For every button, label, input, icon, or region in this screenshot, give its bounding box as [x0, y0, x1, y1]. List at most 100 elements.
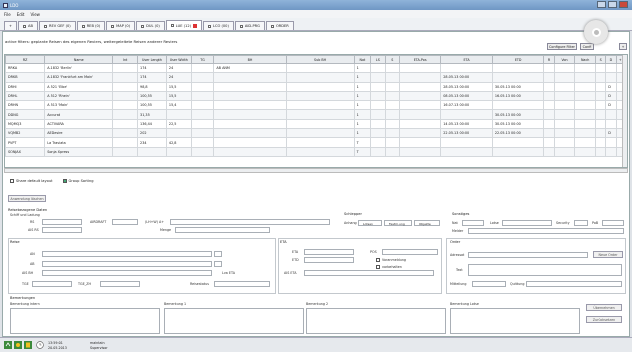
- ab-dropdown-icon[interactable]: [214, 261, 222, 267]
- order-text-field[interactable]: [468, 264, 622, 276]
- column-header[interactable]: Sub BH: [285, 55, 355, 64]
- table-row[interactable]: DRHL A 512 'Rhein' 100,55 15,5 1 08.05.13 00:…: [5, 90, 626, 102]
- column-header[interactable]: Int: [112, 55, 139, 64]
- objekte-box[interactable]: Objekte: [414, 220, 440, 226]
- tab-checkbox-icon[interactable]: [81, 24, 85, 28]
- tab-checkbox-icon[interactable]: [170, 24, 174, 27]
- zuruecksetzen-button[interactable]: Zurücksetzen: [586, 316, 622, 323]
- tab-5[interactable]: DUL (0): [136, 21, 165, 30]
- adressat-field[interactable]: [468, 252, 588, 258]
- tab-checkbox-icon[interactable]: [208, 24, 212, 28]
- configure-filter-button[interactable]: Configure Filter: [547, 43, 577, 50]
- tab-0[interactable]: +: [4, 21, 18, 30]
- vorbehalten-checkbox[interactable]: [376, 265, 380, 269]
- table-row[interactable]: DRHN A 513 'Main' 100,55 15,4 1 16.07.13 00:0…: [5, 100, 626, 111]
- tab-checkbox-icon[interactable]: [141, 24, 145, 28]
- airdraft-field[interactable]: [112, 219, 138, 225]
- column-header[interactable]: BH: [213, 55, 287, 64]
- tab-6[interactable]: LUE (12): [165, 20, 203, 30]
- anwendung-loeschen-button[interactable]: Anwendung löschen: [8, 195, 46, 202]
- share-layout-option[interactable]: Share default layout: [10, 179, 53, 183]
- bemerkung-2-field[interactable]: [306, 308, 446, 334]
- tab-7[interactable]: LCO (00): [203, 21, 234, 30]
- close-tab-icon[interactable]: [193, 23, 198, 28]
- ais-rs-field[interactable]: [42, 227, 82, 233]
- table-row[interactable]: MQMQ3 ACTIVARA 136,44 22,5 1 14.05.13 00:00 30…: [5, 118, 626, 130]
- table-row[interactable]: DDNG Accurat 31,35 1 30.05.13 00:00: [5, 109, 626, 120]
- quittung-field[interactable]: [526, 281, 622, 287]
- lotse-field[interactable]: [502, 220, 552, 226]
- share-layout-checkbox[interactable]: [10, 179, 14, 183]
- column-header[interactable]: Name: [44, 55, 114, 64]
- column-header[interactable]: RZ: [5, 55, 46, 64]
- nat-field[interactable]: [462, 220, 484, 226]
- group-sorting-checkbox[interactable]: [62, 179, 67, 183]
- column-header[interactable]: User Width: [165, 55, 192, 64]
- ab-field[interactable]: [42, 261, 212, 267]
- add-icon[interactable]: +: [619, 43, 627, 50]
- tab-checkbox-icon[interactable]: [239, 24, 243, 28]
- tab-checkbox-icon[interactable]: [111, 24, 115, 28]
- column-header[interactable]: Nach: [574, 55, 596, 64]
- table-row[interactable]: DRKB A.1832 'Frankfurt am Main' 174 24 1 28.0…: [5, 72, 626, 83]
- table-row[interactable]: SONJAX Sonja Xpress T: [5, 146, 626, 157]
- neue-order-button[interactable]: Neue Order: [593, 251, 623, 258]
- tge-zh-field[interactable]: [100, 281, 140, 287]
- voranmeldung-checkbox[interactable]: [376, 258, 380, 262]
- tab-checkbox-icon[interactable]: [43, 24, 47, 28]
- tab-checkbox-icon[interactable]: [270, 24, 274, 28]
- table-row[interactable]: DRHI A 521 'Elbe' 98,8 15,5 1 28.05.13 00:00 3…: [5, 81, 626, 92]
- column-header[interactable]: Nat: [353, 55, 372, 64]
- rs-field[interactable]: [42, 219, 82, 225]
- tab-9[interactable]: ORDER: [265, 21, 294, 30]
- column-header[interactable]: S: [384, 55, 401, 64]
- close-button[interactable]: [619, 1, 628, 8]
- tab-2[interactable]: REV GEF (0): [38, 21, 76, 30]
- column-header[interactable]: Von: [553, 55, 576, 64]
- an-dropdown-icon[interactable]: [214, 251, 222, 257]
- menu-file[interactable]: File: [4, 12, 11, 17]
- bemerkung-intern-field[interactable]: [10, 308, 160, 334]
- column-header[interactable]: R: [543, 55, 555, 64]
- group-sorting-option[interactable]: Group Sorting: [62, 179, 94, 183]
- maximize-button[interactable]: [608, 1, 617, 8]
- menge-field[interactable]: [175, 227, 270, 233]
- horizontal-scrollbar[interactable]: [4, 168, 628, 173]
- tab-8[interactable]: AID-PRG: [234, 21, 265, 30]
- menu-view[interactable]: View: [30, 12, 40, 17]
- table-row[interactable]: VQMB2 AEDesire 202 1 22.05.13 00:00 22.05.13 …: [5, 128, 626, 139]
- column-header[interactable]: ETD: [491, 55, 545, 64]
- pob-field[interactable]: [602, 220, 624, 226]
- tab-3[interactable]: REB (0): [76, 21, 106, 30]
- etd-field[interactable]: [304, 257, 354, 263]
- column-header[interactable]: D: [605, 55, 617, 64]
- vertical-scrollbar[interactable]: [622, 55, 627, 167]
- menu-edit[interactable]: Edit: [17, 12, 25, 17]
- ais-eta-field[interactable]: [304, 270, 434, 276]
- melder-field[interactable]: [468, 228, 624, 234]
- lotsen-box[interactable]: Lotsen: [358, 220, 382, 226]
- festmachung-box[interactable]: Festm.ung: [384, 220, 412, 226]
- tge-field[interactable]: [32, 281, 72, 287]
- eta-field[interactable]: [304, 249, 354, 255]
- tab-1[interactable]: AB: [18, 21, 38, 30]
- voranmeldung-option[interactable]: Voranmeldung: [376, 258, 406, 262]
- configure-button[interactable]: Confi: [580, 43, 594, 50]
- mitteilung-field[interactable]: [472, 281, 506, 287]
- security-field[interactable]: [574, 220, 588, 226]
- an-field[interactable]: [42, 251, 212, 257]
- column-header[interactable]: S: [594, 55, 607, 64]
- table-row[interactable]: RRKA A.1832 'Berlin' 174 24 AB ANM 1: [5, 62, 626, 74]
- column-header[interactable]: User Length: [137, 55, 167, 64]
- lhyw-field[interactable]: [170, 219, 330, 225]
- column-header[interactable]: LS: [370, 55, 386, 64]
- tab-checkbox-icon[interactable]: [23, 24, 27, 28]
- column-header[interactable]: ETA: [440, 55, 493, 64]
- uebernehmen-button[interactable]: Übernehmen: [586, 304, 622, 311]
- ais-bh-field[interactable]: [42, 270, 212, 276]
- vorbehalten-option[interactable]: vorbehalten: [376, 265, 402, 269]
- reisestatus-field[interactable]: [214, 281, 270, 287]
- bemerkung-lotse-field[interactable]: [450, 308, 580, 334]
- bemerkung-1-field[interactable]: [164, 308, 304, 334]
- column-header[interactable]: TG: [190, 55, 215, 64]
